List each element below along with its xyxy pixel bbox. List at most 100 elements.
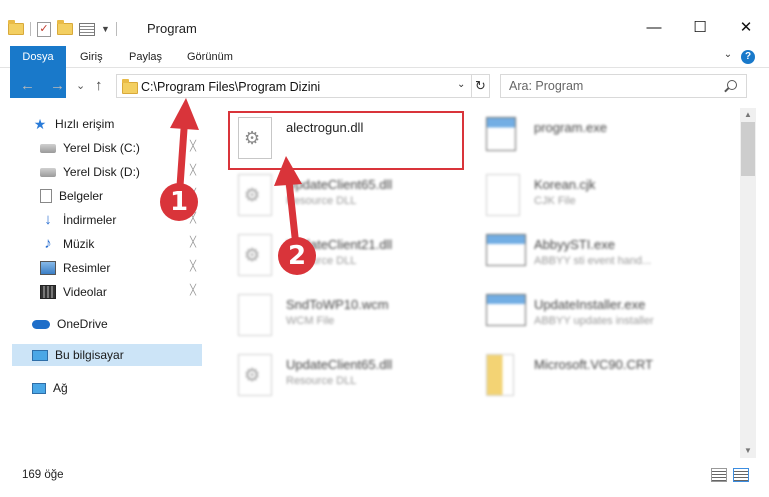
maximize-button[interactable]: ☐ [677,12,723,42]
up-button[interactable]: ↑ [95,77,103,94]
view-properties-icon[interactable] [79,22,95,36]
sidebar-item-local-disk-c[interactable]: Yerel Disk (C:) ╳ [12,137,202,159]
expand-ribbon-chevron-icon[interactable]: ⌄ [721,49,735,63]
sidebar-item-label: Belgeler [59,189,104,203]
highlight-box [228,111,464,170]
sidebar-item-label: Resimler [63,261,111,275]
sidebar-item-label: OneDrive [57,317,108,331]
sidebar-item-videos[interactable]: Videolar ╳ [12,281,202,303]
pin-icon[interactable]: ╳ [190,286,198,296]
forward-button[interactable]: → [50,77,65,94]
address-path[interactable]: C:\Program Files\Program Dizini [141,80,320,94]
item-count: 169 öğe [22,469,64,481]
ribbon-tabs: Dosya Giriş Paylaş Görünüm ⌄ ? [0,46,769,98]
downloads-icon: ↓ [44,211,52,228]
dll-file-icon: ⚙ [238,234,272,276]
scroll-up-icon[interactable]: ▲ [740,108,756,122]
gear-icon: ⚙ [244,245,261,265]
disk-icon [40,167,56,177]
close-button[interactable]: ✕ [723,12,769,42]
file-item[interactable]: SndToWP10.wcm WCM File [228,290,468,342]
sidebar-item-label: Yerel Disk (C:) [63,141,140,155]
new-folder-icon[interactable] [57,20,73,35]
sidebar-item-label: Müzik [63,237,95,251]
navigation-bar: ← → ⌄ ↑ C:\Program Files\Program Dizini … [0,70,769,102]
file-name: program.exe [534,120,607,135]
sidebar-item-pictures[interactable]: Resimler ╳ [12,257,202,279]
vertical-scrollbar[interactable]: ▲ ▼ [740,108,756,458]
back-button[interactable]: ← [20,77,35,94]
exe-file-icon [486,234,526,266]
onedrive-icon [32,319,50,329]
file-type: CJK File [534,195,576,207]
tab-view[interactable]: Görünüm [187,46,233,68]
pin-icon[interactable]: ╳ [190,262,198,272]
file-icon [238,294,272,336]
status-bar: 169 öğe [0,463,769,487]
tab-home[interactable]: Giriş [80,46,103,68]
address-dropdown-chevron-icon[interactable]: ⌄ [457,79,465,90]
tab-share[interactable]: Paylaş [129,46,162,68]
sidebar-item-this-pc[interactable]: Bu bilgisayar [12,344,202,366]
file-item[interactable]: ⚙ UpdateClient65.dll Resource DLL [228,170,468,222]
recent-locations-chevron-icon[interactable]: ⌄ [76,79,85,92]
quick-access-toolbar: ✓ ▼ [8,19,117,39]
window-controls: — ☐ ✕ [631,12,769,42]
pin-icon[interactable]: ╳ [190,238,198,248]
help-icon[interactable]: ? [741,50,755,64]
window-title: Program [147,21,197,36]
file-name: Microsoft.VC90.CRT [534,357,653,372]
file-item[interactable]: Korean.cjk CJK File [476,170,716,222]
gear-icon: ⚙ [244,365,261,385]
dll-file-icon: ⚙ [238,354,272,396]
navigation-pane: ★ Hızlı erişim Yerel Disk (C:) ╳ Yerel D… [0,108,210,458]
file-item[interactable]: program.exe [476,113,716,165]
music-icon: ♪ [44,235,52,252]
exe-file-icon [486,294,526,326]
divider [115,22,117,36]
file-name: SndToWP10.wcm [286,297,389,312]
file-type: WCM File [286,315,335,327]
file-item[interactable]: ⚙ UpdateClient65.dll Resource DLL [228,350,468,402]
sidebar-item-label: Ağ [53,381,68,395]
sidebar-item-music[interactable]: ♪ Müzik ╳ [12,233,202,255]
dll-file-icon: ⚙ [238,174,272,216]
file-name: AbbyySTI.exe [534,237,615,252]
callout-1: 1 [160,183,198,221]
search-icon[interactable] [727,80,737,90]
properties-check-icon[interactable]: ✓ [37,21,51,37]
details-view-icon[interactable] [711,468,727,482]
address-bar[interactable]: C:\Program Files\Program Dizini ⌄ ↻ [116,74,490,98]
file-item[interactable]: AbbyySTI.exe ABBYY sti event hand... [476,230,716,282]
search-input[interactable] [509,79,709,93]
search-box[interactable] [500,74,747,98]
sidebar-item-network[interactable]: Ağ [12,377,202,399]
star-icon: ★ [33,116,47,132]
divider [30,22,31,36]
file-item[interactable]: ⚙ UpdateClient21.dll Resource DLL [228,230,468,282]
file-type: ABBYY updates installer [534,315,654,327]
sidebar-item-label: İndirmeler [63,213,117,227]
large-icons-view-icon[interactable] [733,468,749,482]
folder-icon [122,79,138,94]
sidebar-item-quick-access[interactable]: ★ Hızlı erişim [12,113,202,135]
customize-toolbar-chevron-icon[interactable]: ▼ [101,24,110,34]
gear-icon: ⚙ [244,185,261,205]
scroll-thumb[interactable] [741,122,755,176]
file-item[interactable]: Microsoft.VC90.CRT [476,350,716,402]
videos-icon [40,285,56,299]
file-name: UpdateClient65.dll [286,357,393,372]
sidebar-item-label: Yerel Disk (D:) [63,165,140,179]
file-item[interactable]: UpdateInstaller.exe ABBYY updates instal… [476,290,716,342]
scroll-down-icon[interactable]: ▼ [740,444,756,458]
sidebar-item-onedrive[interactable]: OneDrive [12,313,202,335]
minimize-button[interactable]: — [631,12,677,42]
sidebar-item-local-disk-d[interactable]: Yerel Disk (D:) ╳ [12,161,202,183]
documents-icon [40,189,52,203]
pin-icon[interactable]: ╳ [190,142,198,152]
computer-icon [32,349,48,361]
title-bar: ✓ ▼ Program — ☐ ✕ [0,0,769,46]
refresh-button[interactable]: ↻ [471,75,489,97]
file-type: Resource DLL [286,195,357,207]
pin-icon[interactable]: ╳ [190,166,198,176]
